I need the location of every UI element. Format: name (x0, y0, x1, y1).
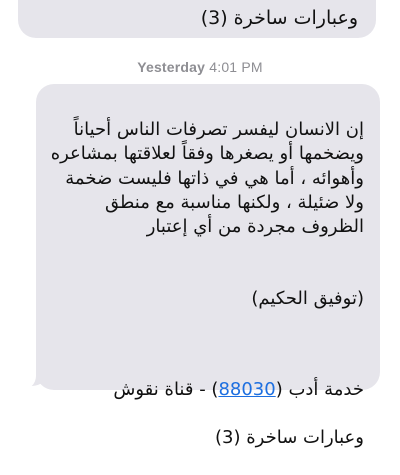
service-suffix: ) - قناة نقوش (113, 379, 219, 401)
service-number-link[interactable]: 88030 (218, 379, 275, 400)
timestamp-time: 4:01 PM (209, 59, 263, 75)
timestamp-day: Yesterday (137, 59, 206, 75)
service-line: خدمة أدب (88030) - قناة نقوش (50, 354, 364, 402)
previous-message-text: وعبارات ساخرة (3) (200, 7, 358, 29)
received-message-bubble[interactable]: إن الانسان ليفسر تصرفات الناس أحياناً وي… (36, 84, 380, 448)
message-signature: (توفيق الحكيم) (251, 288, 364, 310)
message-body: إن الانسان ليفسر تصرفات الناس أحياناً وي… (50, 119, 364, 238)
bubble-tail-mask (14, 352, 36, 390)
service-last-line: وعبارات ساخرة (3) (215, 427, 364, 449)
service-prefix: خدمة أدب ( (275, 379, 364, 401)
message-timestamp: Yesterday 4:01 PM (0, 59, 400, 75)
previous-message-bubble[interactable]: وعبارات ساخرة (3) (18, 0, 376, 38)
